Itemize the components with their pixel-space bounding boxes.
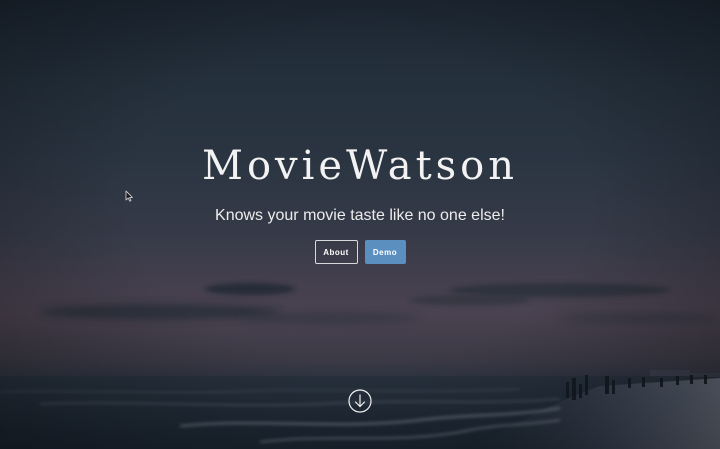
hero-buttons: About Demo <box>0 240 720 264</box>
tagline: Knows your movie taste like no one else! <box>215 207 505 224</box>
mouse-pointer-icon <box>125 189 134 202</box>
about-button[interactable]: About <box>314 240 358 264</box>
arrow-down-circle-icon[interactable] <box>348 389 372 413</box>
demo-button[interactable]: Demo <box>364 240 406 264</box>
page-title: MovieWatson <box>201 143 519 189</box>
hero-section: MovieWatson Knows your movie taste like … <box>0 0 720 449</box>
